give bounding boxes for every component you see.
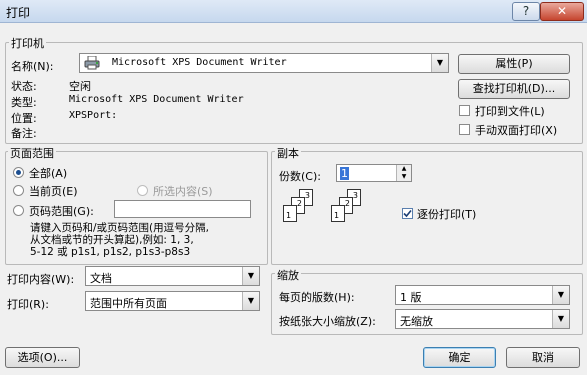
hint-line-1: 请键入页码和/或页码范围(用逗号分隔, <box>30 222 209 234</box>
chevron-down-icon[interactable]: ▼ <box>242 267 259 285</box>
chevron-down-icon[interactable]: ▼ <box>552 310 569 328</box>
printer-name-label: 名称(N): <box>11 60 54 73</box>
copies-count-value: 1 <box>340 167 349 180</box>
print-to-file-checkbox[interactable] <box>459 105 470 116</box>
comment-label: 备注: <box>11 127 37 140</box>
close-button[interactable]: ✕ <box>540 2 584 21</box>
current-page-radio[interactable] <box>13 185 24 196</box>
copies-spinner[interactable]: 1 ▲ ▼ <box>336 164 412 182</box>
spin-up-icon[interactable]: ▲ <box>396 165 411 173</box>
status-label: 状态: <box>11 80 37 93</box>
where-label: 位置: <box>11 112 37 125</box>
scale-to-paper-value: 无缩放 <box>400 315 433 328</box>
pages-per-sheet-label: 每页的版数(H): <box>279 291 355 304</box>
scale-to-paper-dropdown[interactable]: 无缩放 ▼ <box>395 309 570 329</box>
chevron-down-icon[interactable]: ▼ <box>431 54 448 72</box>
current-page-label[interactable]: 当前页(E) <box>29 183 78 199</box>
print-dropdown[interactable]: 范围中所有页面 ▼ <box>85 291 260 311</box>
collate-label[interactable]: 逐份打印(T) <box>417 206 476 222</box>
manual-duplex-label[interactable]: 手动双面打印(X) <box>475 122 557 138</box>
type-value: Microsoft XPS Document Writer <box>69 94 244 105</box>
properties-button[interactable]: 属性(P) <box>458 54 570 74</box>
page-range-label[interactable]: 页码范围(G): <box>29 203 94 219</box>
selection-radio[interactable] <box>137 185 148 196</box>
status-value: 空闲 <box>69 80 91 93</box>
collate-checkbox[interactable] <box>402 208 413 219</box>
uncollated-page: 1 <box>283 205 297 222</box>
printer-icon <box>84 55 100 70</box>
uncollated-pages-icon: 3 2 1 <box>283 189 323 235</box>
print-label: 打印(R): <box>7 298 49 311</box>
options-button[interactable]: 选项(O)... <box>5 347 80 368</box>
help-button[interactable]: ? <box>512 2 540 21</box>
spin-down-icon[interactable]: ▼ <box>396 173 411 181</box>
copies-group-label: 副本 <box>275 145 301 161</box>
chevron-down-icon[interactable]: ▼ <box>242 292 259 310</box>
page-range-hint: 请键入页码和/或页码范围(用逗号分隔, 从文档或节的开头算起),例如: 1, 3… <box>30 222 209 258</box>
hint-line-3: 5-12 或 p1s1, p1s2, p1s3-p8s3 <box>30 246 191 258</box>
selection-label: 所选内容(S) <box>153 185 213 198</box>
page-range-radio[interactable] <box>13 205 24 216</box>
print-value: 范围中所有页面 <box>90 297 167 310</box>
copies-count-label: 份数(C): <box>279 170 321 183</box>
all-pages-label[interactable]: 全部(A) <box>29 165 67 181</box>
zoom-group-label: 缩放 <box>275 267 301 283</box>
printer-group-label: 打印机 <box>9 35 46 51</box>
print-to-file-label[interactable]: 打印到文件(L) <box>475 103 545 119</box>
window-title: 打印 <box>6 6 31 20</box>
print-what-label: 打印内容(W): <box>7 273 75 286</box>
print-what-value: 文档 <box>90 272 112 285</box>
find-printer-button[interactable]: 查找打印机(D)... <box>458 79 570 99</box>
printer-name-dropdown[interactable]: Microsoft XPS Document Writer ▼ <box>79 53 449 73</box>
type-label: 类型: <box>11 96 37 109</box>
where-value: XPSPort: <box>69 110 118 121</box>
all-pages-radio[interactable] <box>13 167 24 178</box>
manual-duplex-checkbox[interactable] <box>459 124 470 135</box>
page-range-input[interactable] <box>114 200 251 218</box>
title-bar: 打印 ? ✕ <box>0 0 587 23</box>
pages-per-sheet-value: 1 版 <box>400 291 422 304</box>
chevron-down-icon[interactable]: ▼ <box>552 286 569 304</box>
collated-pages-icon: 3 2 1 <box>331 189 371 235</box>
cancel-button[interactable]: 取消 <box>506 347 580 368</box>
print-what-dropdown[interactable]: 文档 ▼ <box>85 266 260 286</box>
scale-to-paper-label: 按纸张大小缩放(Z): <box>279 315 376 328</box>
collated-page: 1 <box>331 205 345 222</box>
ok-button[interactable]: 确定 <box>423 347 496 368</box>
page-range-group-label: 页面范围 <box>8 145 56 161</box>
printer-name-value: Microsoft XPS Document Writer <box>112 57 287 68</box>
pages-per-sheet-dropdown[interactable]: 1 版 ▼ <box>395 285 570 305</box>
hint-line-2: 从文档或节的开头算起),例如: 1, 3, <box>30 234 194 246</box>
